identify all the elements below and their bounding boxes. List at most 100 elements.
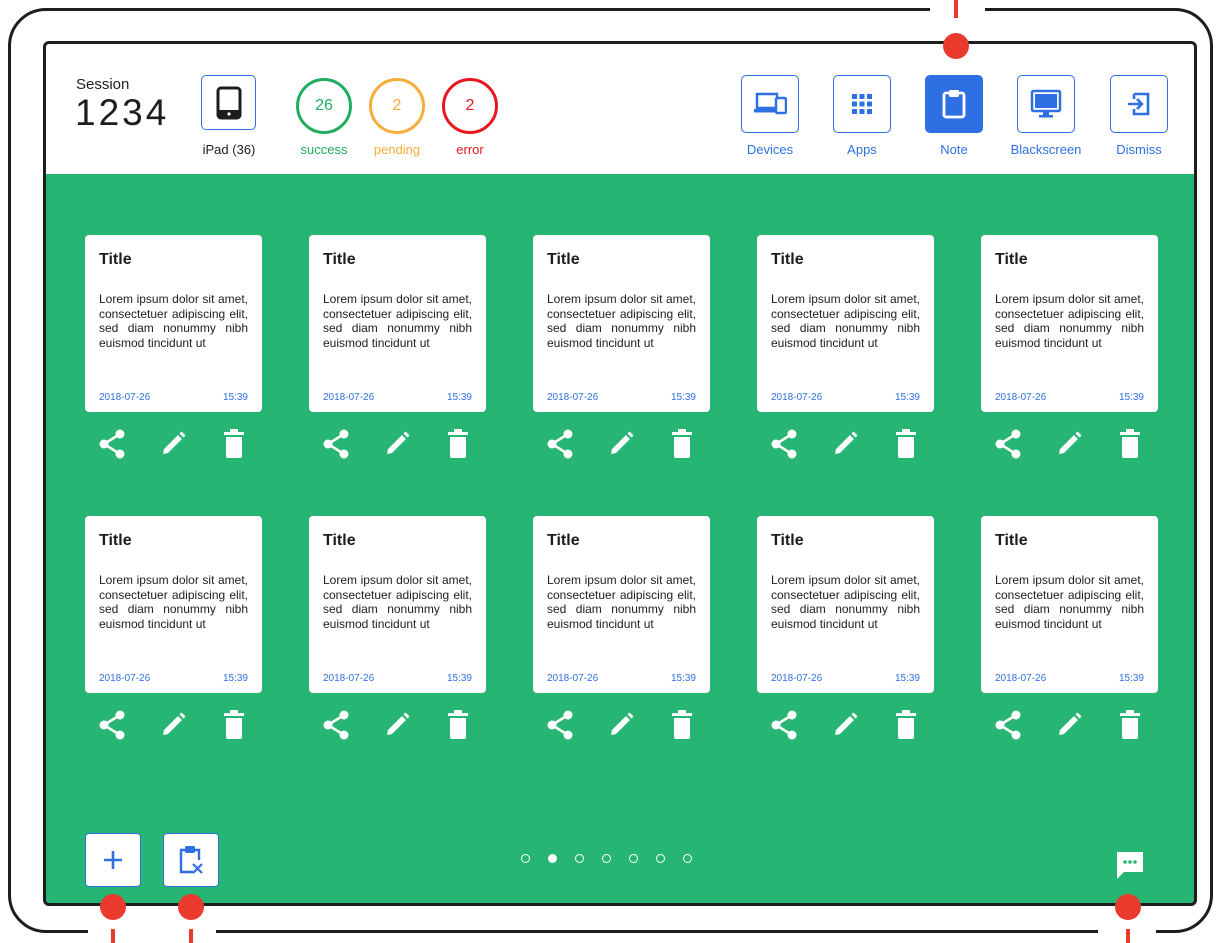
note-card[interactable]: Title Lorem ipsum dolor sit amet, consect…	[309, 516, 486, 693]
note-card[interactable]: Title Lorem ipsum dolor sit amet, consect…	[757, 516, 934, 693]
note-card[interactable]: Title Lorem ipsum dolor sit amet, consect…	[533, 235, 710, 412]
share-note-button[interactable]	[321, 429, 351, 464]
blackscreen-button[interactable]	[1017, 75, 1075, 133]
share-note-button[interactable]	[769, 429, 799, 464]
devices-label: Devices	[746, 142, 794, 157]
share-note-button[interactable]	[97, 429, 127, 464]
note-date: 2018-07-26	[771, 673, 823, 684]
delete-icon	[1119, 709, 1141, 745]
app-screen: Session 1234 iPad (36) 26 success 2 pend…	[43, 41, 1197, 906]
note-card[interactable]: Title Lorem ipsum dolor sit amet, consect…	[309, 235, 486, 412]
delete-note-button[interactable]	[443, 709, 473, 743]
chat-button[interactable]	[1114, 849, 1146, 886]
dismiss-label: Dismiss	[1116, 142, 1162, 157]
page-dot[interactable]	[602, 854, 611, 863]
note-body: Lorem ipsum dolor sit amet, consectetuer…	[995, 573, 1144, 631]
note-meta: 2018-07-26 15:39	[547, 673, 696, 684]
delete-note-button[interactable]	[891, 428, 921, 462]
note-body: Lorem ipsum dolor sit amet, consectetuer…	[547, 573, 696, 631]
monitor-icon	[1030, 89, 1062, 118]
note-meta: 2018-07-26 15:39	[323, 673, 472, 684]
page-dot[interactable]	[629, 854, 638, 863]
note-time: 15:39	[670, 673, 696, 684]
pagination-dots[interactable]	[521, 854, 692, 863]
note-body: Lorem ipsum dolor sit amet, consectetuer…	[771, 573, 920, 631]
apps-button[interactable]	[833, 75, 891, 133]
edit-note-button[interactable]	[830, 430, 860, 462]
edit-note-button[interactable]	[1054, 430, 1084, 462]
note-title: Title	[547, 251, 580, 268]
share-icon	[770, 429, 798, 464]
edit-note-button[interactable]	[382, 711, 412, 743]
note-date: 2018-07-26	[99, 673, 151, 684]
frame-gap	[88, 928, 216, 938]
note-card[interactable]: Title Lorem ipsum dolor sit amet, consect…	[981, 516, 1158, 693]
chat-icon	[1117, 852, 1143, 879]
share-note-button[interactable]	[769, 710, 799, 745]
devices-icon	[754, 92, 787, 115]
edit-note-button[interactable]	[606, 711, 636, 743]
share-note-button[interactable]	[97, 710, 127, 743]
share-icon	[98, 429, 126, 464]
note-title: Title	[99, 532, 132, 549]
callout-line	[1126, 929, 1130, 943]
edit-note-button[interactable]	[158, 711, 188, 743]
note-body: Lorem ipsum dolor sit amet, consectetuer…	[99, 573, 248, 631]
share-note-button[interactable]	[545, 710, 575, 743]
edit-icon	[607, 711, 635, 744]
session-number: 1234	[75, 92, 170, 133]
edit-note-button[interactable]	[830, 711, 860, 743]
page-dot[interactable]	[521, 854, 530, 863]
note-meta: 2018-07-26 15:39	[323, 392, 472, 403]
note-title: Title	[323, 532, 356, 549]
note-card[interactable]: Title Lorem ipsum dolor sit amet, consect…	[757, 235, 934, 412]
share-note-button[interactable]	[993, 710, 1023, 743]
delete-note-button[interactable]	[1115, 428, 1145, 462]
apps-grid-icon	[852, 94, 872, 114]
edit-note-button[interactable]	[1054, 711, 1084, 743]
share-note-button[interactable]	[993, 429, 1023, 462]
share-note-button[interactable]	[321, 710, 351, 743]
share-note-button[interactable]	[545, 429, 575, 464]
page-dot[interactable]	[575, 854, 584, 863]
add-note-button[interactable]	[85, 833, 141, 887]
note-title: Title	[771, 251, 804, 268]
note-date: 2018-07-26	[323, 392, 375, 403]
delete-note-button[interactable]	[667, 428, 697, 462]
share-icon	[770, 710, 798, 745]
edit-note-button[interactable]	[382, 430, 412, 462]
note-card[interactable]: Title Lorem ipsum dolor sit amet, consect…	[981, 235, 1158, 412]
device-count-label: iPad (36)	[202, 142, 256, 157]
note-time: 15:39	[222, 392, 248, 403]
delete-note-button[interactable]	[443, 428, 473, 462]
note-actions	[757, 709, 934, 745]
note-card[interactable]: Title Lorem ipsum dolor sit amet, consect…	[85, 235, 262, 412]
share-icon	[546, 429, 574, 464]
note-date: 2018-07-26	[995, 392, 1047, 403]
delete-icon	[671, 709, 693, 745]
note-actions	[533, 709, 710, 745]
page-dot[interactable]	[548, 854, 557, 863]
delete-note-button[interactable]	[1115, 709, 1145, 745]
note-card[interactable]: Title Lorem ipsum dolor sit amet, consect…	[85, 516, 262, 693]
error-count: 2	[442, 78, 498, 134]
share-icon	[322, 429, 350, 464]
dismiss-button[interactable]	[1110, 75, 1168, 133]
note-meta: 2018-07-26 15:39	[771, 392, 920, 403]
note-actions	[85, 709, 262, 743]
delete-note-button[interactable]	[891, 709, 921, 743]
page-dot[interactable]	[683, 854, 692, 863]
delete-note-button[interactable]	[667, 709, 697, 745]
device-type-button[interactable]	[201, 75, 256, 130]
note-button[interactable]	[925, 75, 983, 133]
delete-note-button[interactable]	[219, 709, 249, 743]
clear-notes-button[interactable]	[163, 833, 219, 887]
callout-marker-note	[943, 33, 969, 59]
page-dot[interactable]	[656, 854, 665, 863]
edit-note-button[interactable]	[606, 430, 636, 462]
note-body: Lorem ipsum dolor sit amet, consectetuer…	[995, 292, 1144, 350]
delete-note-button[interactable]	[219, 428, 249, 462]
note-card[interactable]: Title Lorem ipsum dolor sit amet, consect…	[533, 516, 710, 693]
edit-note-button[interactable]	[158, 430, 188, 462]
devices-button[interactable]	[741, 75, 799, 133]
